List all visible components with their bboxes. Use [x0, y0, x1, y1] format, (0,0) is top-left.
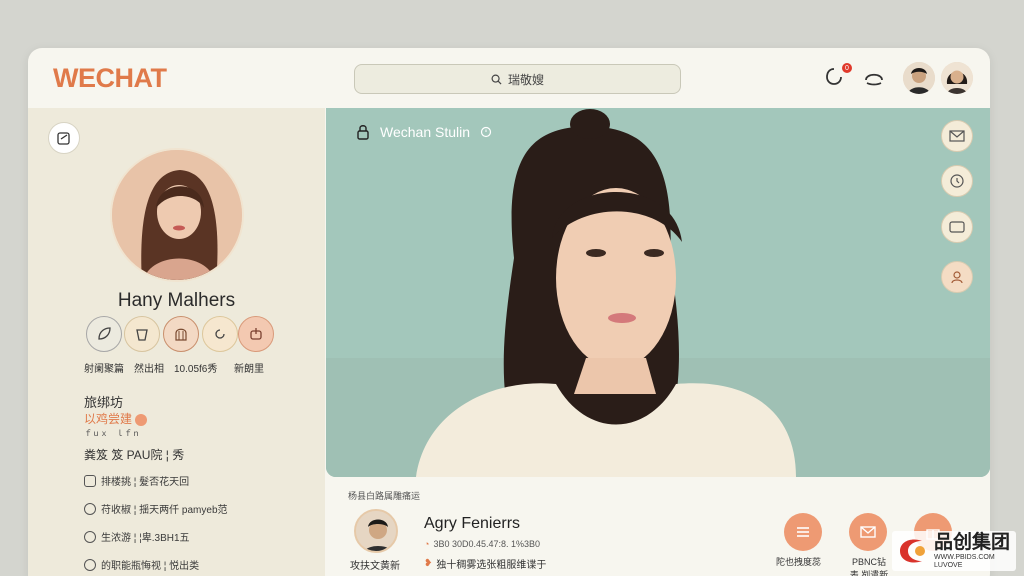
mail-icon	[949, 130, 965, 142]
list-item-label: 生浓游 ¦ ¦卑.3BH1五	[101, 533, 190, 544]
quick-action-1[interactable]	[86, 316, 122, 352]
quick-label-1: 射阑聚篇	[84, 364, 124, 375]
search-text: 瑞敬嫂	[507, 72, 544, 87]
contact-panel: 杨县白路属雕痛运 攻扶文黄新 Agry Fenierrs ◔ 3B0 30D0.…	[326, 477, 990, 576]
clock-icon	[480, 126, 492, 138]
top-bar: WECHAT 瑞敬嫂 0	[28, 48, 990, 108]
quick-label-4: 新朗里	[234, 364, 264, 375]
list-button-label: 陀也拽度蕊	[776, 557, 822, 567]
quick-actions	[86, 316, 276, 356]
contact-name: Agry Fenierrs	[424, 515, 521, 532]
panel-caption: 杨县白路属雕痛运	[348, 491, 421, 501]
app-logo: WECHAT	[53, 63, 167, 93]
notification-badge: 0	[842, 63, 852, 73]
list-item[interactable]: 的职能瓶悔视 ¦ 悦出类	[84, 557, 199, 572]
info-icon	[84, 558, 96, 571]
mail-icon	[860, 526, 876, 538]
mail-button-label: PBNC钻表 刿遣新	[849, 557, 889, 576]
sidebar: Hany Malhers 射阑聚篇 然出相 10.05f6秀 新朗里 旅绑坊 以…	[28, 108, 325, 576]
app-window: WECHAT 瑞敬嫂 0 Hany Malhers 射阑聚篇 然出相 10.05…	[28, 48, 990, 576]
refresh-icon	[215, 329, 225, 339]
quick-action-4[interactable]	[202, 316, 238, 352]
friend-avatar-2[interactable]	[941, 62, 973, 94]
edit-icon	[57, 132, 70, 145]
profile-name: Hany Malhers	[117, 290, 236, 311]
friend-avatar-1[interactable]	[903, 62, 935, 94]
quick-action-3[interactable]	[163, 316, 199, 352]
quick-action-5[interactable]	[238, 316, 274, 352]
section-small-text: ｆｕｘ ｌｆｎ	[84, 429, 140, 438]
orange-dot-icon	[135, 413, 148, 426]
list-item[interactable]: 生浓游 ¦ ¦卑.3BH1五	[84, 529, 190, 544]
search-input[interactable]: 瑞敬嫂	[354, 64, 681, 94]
quick-label-2: 然出相	[134, 364, 164, 375]
notification-button[interactable]: 0	[823, 63, 852, 92]
search-icon	[491, 74, 502, 85]
list-item-label: 的职能瓶悔视 ¦ 悦出类	[101, 561, 200, 572]
leaf-icon	[98, 327, 111, 340]
hero-title: Wechan Stulin	[380, 124, 471, 140]
quick-label-3: 10.05f6秀	[174, 364, 218, 375]
screen-icon	[949, 221, 965, 233]
list-item-label: 苻收椒 ¦ 揺天两仟 pamyeb范	[101, 505, 228, 516]
watermark-text: 品创集团 WWW.PBIDS.COM LUVOVE	[934, 533, 1010, 569]
watermark-logo-icon	[900, 539, 925, 563]
contact-avatar[interactable]	[354, 509, 398, 553]
phone-icon: ◔	[424, 539, 430, 549]
history-icon	[950, 174, 964, 188]
message-button[interactable]	[941, 120, 973, 152]
hero-image[interactable]: Wechan Stulin	[326, 108, 990, 477]
pin-icon: ❥	[424, 558, 433, 569]
list-item[interactable]: 排楼挑 ¦ 髮否花天回	[84, 473, 189, 488]
hero-header: Wechan Stulin	[356, 124, 492, 140]
profile-button[interactable]	[941, 261, 973, 293]
user-icon	[865, 73, 883, 86]
profile-menu-button[interactable]	[862, 66, 888, 92]
contact-status-text: 独十稠雾选张粗服维谍于	[436, 560, 547, 571]
contact-meta: ◔ 3B0 30D0.45.47:8. 1%3B0	[424, 539, 540, 549]
edit-button[interactable]	[48, 122, 80, 154]
brand-watermark: 品创集团 WWW.PBIDS.COM LUVOVE	[892, 531, 1016, 571]
cup-icon	[136, 329, 148, 341]
section-title: 旅绑坊	[84, 395, 124, 410]
video-button[interactable]	[941, 211, 973, 243]
profile-photo[interactable]	[110, 148, 244, 282]
section-highlight-text: 以鸡尝建	[84, 412, 133, 426]
person-icon	[951, 271, 963, 284]
portrait-photo	[326, 108, 990, 477]
share-icon	[250, 328, 262, 340]
watermark-brand: 品创集团	[934, 532, 1011, 553]
settings-icon	[84, 530, 96, 543]
cage-icon	[175, 328, 187, 341]
history-button[interactable]	[941, 165, 973, 197]
contact-avatar-label: 攻扶文黄新	[350, 561, 400, 572]
clock-icon	[84, 502, 96, 515]
watermark-tag: LUVOVE	[934, 562, 963, 569]
section-line-title: 粪笈 笈 PAU院 ¦ 秀	[84, 448, 185, 462]
quick-action-2[interactable]	[124, 316, 160, 352]
list-button[interactable]	[784, 513, 822, 551]
contact-status: ❥ 独十稠雾选张粗服维谍于	[424, 556, 546, 571]
lock-icon	[357, 125, 369, 140]
list-icon	[797, 527, 809, 537]
list-item-label: 排楼挑 ¦ 髮否花天回	[101, 477, 190, 488]
mail-button[interactable]	[849, 513, 887, 551]
watermark-url: WWW.PBIDS.COM	[934, 554, 995, 561]
shield-icon	[84, 474, 96, 487]
section-highlight[interactable]: 以鸡尝建	[84, 410, 148, 427]
list-item[interactable]: 苻收椒 ¦ 揺天两仟 pamyeb范	[84, 501, 228, 516]
contact-meta-text: 3B0 30D0.45.47:8. 1%3B0	[433, 539, 541, 549]
